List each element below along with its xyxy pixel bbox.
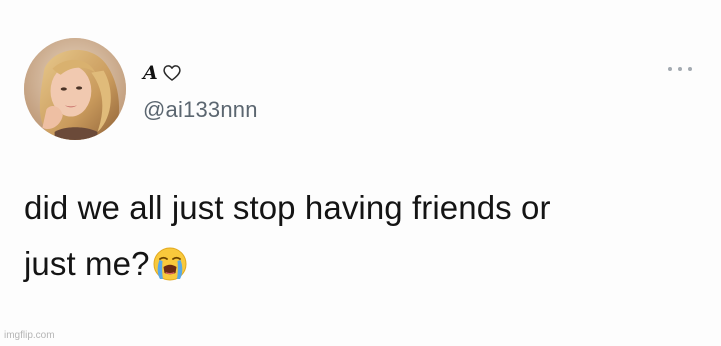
ellipsis-dot-icon	[668, 67, 672, 71]
ellipsis-dot-icon	[688, 67, 692, 71]
display-name-row: A	[143, 60, 182, 86]
user-handle[interactable]: @ai133nnn	[143, 96, 258, 124]
more-options-button[interactable]	[668, 62, 692, 76]
ellipsis-dot-icon	[678, 67, 682, 71]
display-name[interactable]: A	[143, 60, 158, 86]
tweet-card: A @ai133nnn did we all just stop having …	[0, 0, 721, 346]
loudly-crying-face-icon	[152, 246, 188, 282]
white-heart-icon	[162, 63, 182, 83]
tweet-text: did we all just stop having friends or j…	[24, 180, 664, 292]
tweet-text-line-2: just me?	[24, 236, 664, 292]
tweet-text-line-1: did we all just stop having friends or	[24, 189, 551, 226]
tweet-text-line-2-text: just me?	[24, 245, 150, 282]
avatar[interactable]	[24, 38, 126, 140]
imgflip-watermark: imgflip.com	[4, 330, 55, 341]
profile-photo-icon	[24, 38, 126, 140]
